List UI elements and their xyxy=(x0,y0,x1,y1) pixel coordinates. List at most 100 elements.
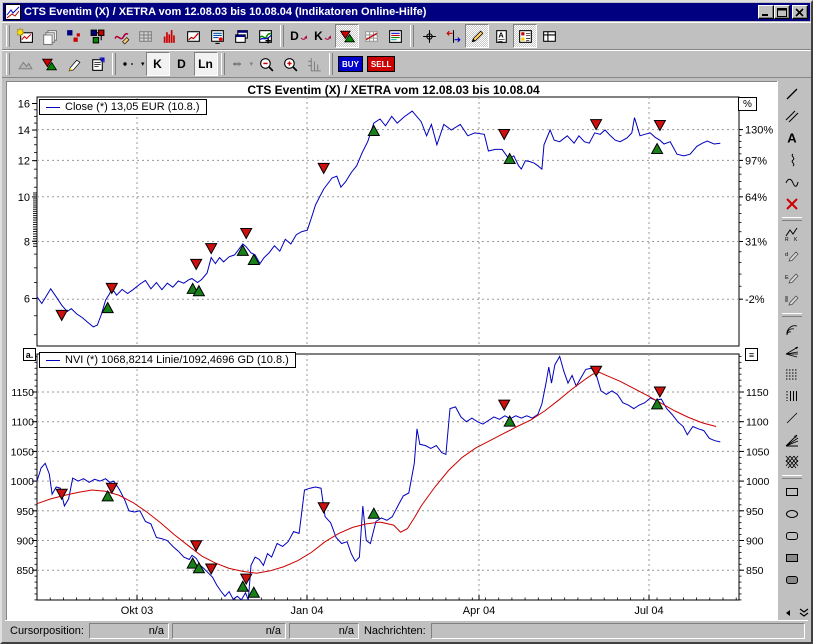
point-size-button[interactable]: ▾ xyxy=(119,52,146,76)
retracement-lines-button[interactable] xyxy=(781,363,803,385)
nvi-chart[interactable]: 1150115011001100105010501000100095095090… xyxy=(7,350,782,622)
filled-rounded-rectangle-button[interactable] xyxy=(781,569,803,591)
price-legend-text: Close (*) 13,05 EUR (10.8.) xyxy=(65,101,200,113)
toolbar-grip[interactable] xyxy=(221,53,225,75)
log-scale-button[interactable]: Ln xyxy=(194,52,218,76)
indicator-panel-button[interactable] xyxy=(383,24,407,48)
window-title: CTS Eventim (X) / XETRA vom 12.08.03 bis… xyxy=(24,6,755,18)
signal-triangles-button[interactable] xyxy=(37,52,61,76)
mountain-chart-icon xyxy=(17,56,34,73)
pane-layout-button[interactable] xyxy=(537,24,561,48)
maximize-button[interactable] xyxy=(774,5,790,19)
axis-label: 31% xyxy=(745,236,767,248)
scale-arrows-button[interactable] xyxy=(441,24,465,48)
toolbar-grip[interactable] xyxy=(782,475,802,479)
cascade-windows-button[interactable] xyxy=(229,24,253,48)
price-chart[interactable]: 1614121086130%97%64%31%-2% xyxy=(7,96,782,350)
text-note-button[interactable]: A xyxy=(489,24,513,48)
fan-lines-button[interactable] xyxy=(781,341,803,363)
export-d-button[interactable]: D xyxy=(287,24,311,48)
rounded-rectangle-button[interactable] xyxy=(781,525,803,547)
trend-line-button[interactable] xyxy=(781,83,803,105)
pencil-d-button[interactable]: d xyxy=(781,245,803,267)
toolbar-grip[interactable] xyxy=(280,25,284,47)
toolbar-grip[interactable] xyxy=(410,25,414,47)
rounded-rectangle-icon xyxy=(784,528,800,544)
daily-d-button[interactable]: D xyxy=(170,52,194,76)
point-size-dropdown-icon[interactable]: ▾ xyxy=(141,61,145,68)
candle-k-button[interactable]: K xyxy=(146,52,170,76)
vertical-lines-button[interactable] xyxy=(781,385,803,407)
data-table-button xyxy=(133,24,157,48)
toolbar-grip[interactable] xyxy=(782,313,802,317)
filled-rectangle-icon xyxy=(784,550,800,566)
text-tool-button[interactable]: A xyxy=(781,127,803,149)
line-chart-button[interactable] xyxy=(181,24,205,48)
bar-width-dropdown-icon[interactable]: ▾ xyxy=(250,61,254,68)
sell-button[interactable]: SELL xyxy=(367,56,395,72)
news-label: Nachrichten: xyxy=(362,625,428,637)
volume-histogram-button[interactable] xyxy=(157,24,181,48)
axis-label: 1000 xyxy=(746,476,770,488)
scroll-down-button[interactable] xyxy=(797,606,810,619)
speed-lines-button[interactable] xyxy=(781,429,803,451)
freehand-line-button[interactable] xyxy=(781,149,803,171)
plot-area[interactable] xyxy=(37,97,739,346)
titlebar[interactable]: CTS Eventim (X) / XETRA vom 12.08.03 bis… xyxy=(3,3,810,21)
legend-toggle-button[interactable] xyxy=(513,24,537,48)
buy-button[interactable]: BUY xyxy=(338,56,363,72)
chart-presentation-icon xyxy=(209,28,226,45)
new-chart-button[interactable] xyxy=(13,24,37,48)
zoom-in-button[interactable] xyxy=(278,52,302,76)
chart-properties-icon xyxy=(89,56,106,73)
scale-arrows-icon xyxy=(445,28,462,45)
toolbar-grip[interactable] xyxy=(6,25,10,47)
pane-marker-a[interactable]: a. xyxy=(23,348,36,361)
parallel-lines-button[interactable] xyxy=(781,105,803,127)
trading-signals-button[interactable] xyxy=(335,24,359,48)
marker-pen-button[interactable] xyxy=(61,52,85,76)
line-chart-icon xyxy=(185,28,202,45)
filled-rectangle-button[interactable] xyxy=(781,547,803,569)
toolbar-grip[interactable] xyxy=(6,53,10,75)
portfolio-structure-button[interactable] xyxy=(85,24,109,48)
cascade-windows-icon xyxy=(233,28,250,45)
axis-label: 10 xyxy=(18,192,30,204)
pencil-lines-button[interactable] xyxy=(781,289,803,311)
curve-tool-button[interactable] xyxy=(781,171,803,193)
plot-area[interactable] xyxy=(37,354,739,600)
legend-line-sample xyxy=(46,360,60,361)
fibonacci-arcs-button[interactable] xyxy=(781,319,803,341)
grid-settings-button[interactable] xyxy=(359,24,383,48)
new-chart-window-button[interactable] xyxy=(253,24,277,48)
minimize-button[interactable] xyxy=(758,5,774,19)
export-k-button[interactable]: K xyxy=(311,24,335,48)
gann-grid-button[interactable] xyxy=(781,451,803,473)
axis-label: 900 xyxy=(746,536,764,548)
rectangle-button[interactable] xyxy=(781,481,803,503)
app-window: CTS Eventim (X) / XETRA vom 12.08.03 bis… xyxy=(0,0,813,644)
crosshair-button[interactable] xyxy=(417,24,441,48)
diagonal-line-button[interactable] xyxy=(781,407,803,429)
compare-data-button[interactable] xyxy=(61,24,85,48)
zoom-out-button[interactable] xyxy=(254,52,278,76)
svg-text:A: A xyxy=(498,30,504,39)
pencil-e-button[interactable]: E xyxy=(781,267,803,289)
pencil-d-icon: d xyxy=(784,248,800,264)
chart-presentation-button[interactable] xyxy=(205,24,229,48)
scroll-left-button[interactable] xyxy=(781,606,794,619)
edit-indicator-button[interactable] xyxy=(109,24,133,48)
toolbar-grip[interactable] xyxy=(782,217,802,221)
ellipse-button[interactable] xyxy=(781,503,803,525)
delete-drawing-button[interactable] xyxy=(781,193,803,215)
pencil-lines-icon xyxy=(784,292,800,308)
copy-chart-button[interactable] xyxy=(37,24,61,48)
chart-properties-button[interactable] xyxy=(85,52,109,76)
zigzag-tool-button[interactable]: RK xyxy=(781,223,803,245)
text-note-icon: A xyxy=(493,28,510,45)
toolbar-grip[interactable] xyxy=(112,53,116,75)
close-button[interactable] xyxy=(792,5,808,19)
pane-marker-menu[interactable]: ≡ xyxy=(745,348,758,361)
draw-pencil-button[interactable] xyxy=(465,24,489,48)
toolbar-grip[interactable] xyxy=(329,53,333,75)
